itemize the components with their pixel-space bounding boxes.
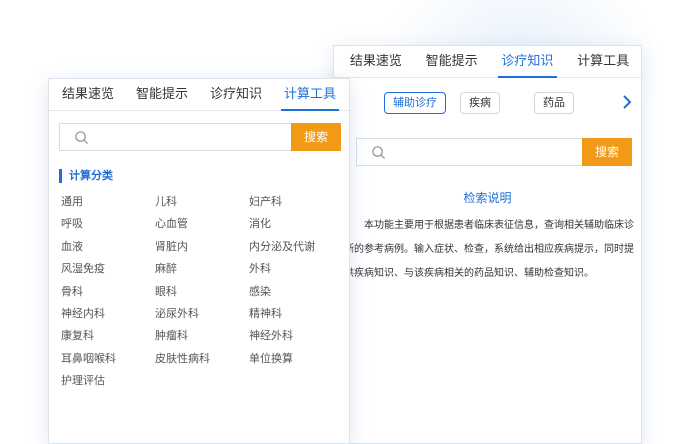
- category-item[interactable]: 血液: [61, 236, 155, 258]
- search-help-title: 检索说明: [463, 191, 512, 205]
- tab-diagnosis-knowledge[interactable]: 诊疗知识: [199, 79, 273, 110]
- category-item[interactable]: 通用: [61, 191, 155, 213]
- category-item[interactable]: 内分泌及代谢: [249, 236, 341, 258]
- tab-results-overview[interactable]: 结果速览: [338, 46, 414, 77]
- search-icon: [75, 131, 89, 145]
- category-item[interactable]: 单位换算: [249, 348, 341, 370]
- category-item[interactable]: 皮肤性病科: [155, 348, 249, 370]
- search-bar: 搜索: [59, 123, 341, 151]
- tab-calculation-tools[interactable]: 计算工具: [565, 46, 641, 77]
- tab-calculation-tools[interactable]: 计算工具: [273, 79, 347, 111]
- tab-diagnosis-knowledge[interactable]: 诊疗知识: [490, 46, 566, 78]
- search-icon: [372, 146, 386, 160]
- tab-smart-hints[interactable]: 智能提示: [414, 46, 490, 77]
- search-input[interactable]: [96, 126, 280, 148]
- chip-drug[interactable]: 药品: [534, 92, 574, 114]
- category-item[interactable]: 麻醉: [155, 258, 249, 280]
- category-item[interactable]: 呼吸: [61, 213, 155, 235]
- category-item[interactable]: 精神科: [249, 303, 341, 325]
- calculation-tools-panel: 结果速览 智能提示 诊疗知识 计算工具 搜索 计算分类 通用 儿科 妇产科呼吸 心血管…: [48, 78, 350, 444]
- category-item[interactable]: 康复科: [61, 325, 155, 347]
- category-item[interactable]: 泌尿外科: [155, 303, 249, 325]
- chip-assist-diagnosis[interactable]: 辅助诊疗: [384, 92, 446, 114]
- category-item[interactable]: 眼科: [155, 281, 249, 303]
- category-item[interactable]: 肾脏内: [155, 236, 249, 258]
- chip-disease[interactable]: 疾病: [460, 92, 500, 114]
- category-item[interactable]: 妇产科: [249, 191, 341, 213]
- category-item[interactable]: 外科: [249, 258, 341, 280]
- search-button[interactable]: 搜索: [582, 138, 632, 166]
- category-item[interactable]: 骨科: [61, 281, 155, 303]
- knowledge-panel: 结果速览 智能提示 诊疗知识 计算工具 辅助诊疗 疾病 药品 搜索 检索说明 本…: [333, 45, 642, 444]
- category-item[interactable]: 神经外科: [249, 325, 341, 347]
- tab-smart-hints[interactable]: 智能提示: [125, 79, 199, 110]
- search-bar: 搜索: [356, 138, 632, 166]
- search-help-text: 本功能主要用于根据患者临床表征信息，查询相关辅助临床诊断的参考病例。输入症状、检…: [344, 220, 634, 279]
- tab-bar: 结果速览 智能提示 诊疗知识 计算工具: [334, 46, 641, 78]
- category-item[interactable]: 儿科: [155, 191, 249, 213]
- category-item[interactable]: 神经内科: [61, 303, 155, 325]
- category-item[interactable]: 护理评估: [61, 370, 155, 392]
- chevron-right-icon[interactable]: [621, 94, 633, 110]
- category-item[interactable]: 风湿免疫: [61, 258, 155, 280]
- search-button[interactable]: 搜索: [291, 123, 341, 151]
- filter-chip-row: 辅助诊疗 疾病 药品: [334, 92, 641, 118]
- tab-results-overview[interactable]: 结果速览: [51, 79, 125, 110]
- category-section-title: 计算分类: [59, 169, 113, 183]
- category-item[interactable]: 耳鼻咽喉科: [61, 348, 155, 370]
- category-item[interactable]: 消化: [249, 213, 341, 235]
- search-input[interactable]: [393, 141, 571, 163]
- category-item[interactable]: 肿瘤科: [155, 325, 249, 347]
- category-item[interactable]: 感染: [249, 281, 341, 303]
- category-item[interactable]: 心血管: [155, 213, 249, 235]
- category-grid: 通用 儿科 妇产科呼吸 心血管 消化血液 肾脏内 内分泌及代谢风湿免疫 麻醉 外科骨科 眼科 感染神…: [61, 191, 341, 393]
- tab-bar: 结果速览 智能提示 诊疗知识 计算工具: [49, 79, 349, 111]
